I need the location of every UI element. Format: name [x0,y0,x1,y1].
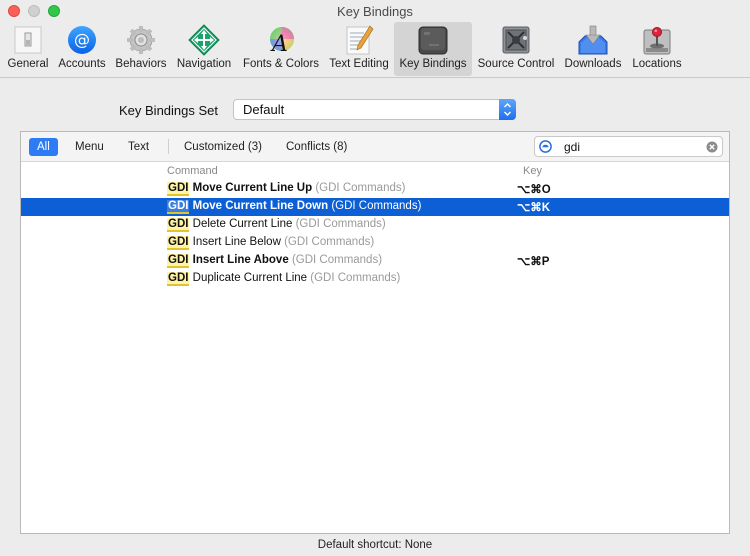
table-row[interactable]: GDI Move Current Line Down (GDI Commands… [21,198,729,216]
key-bindings-set-value: Default [243,102,285,117]
command-group: (GDI Commands) [315,182,406,194]
toolbar-label: Locations [632,58,682,70]
clear-search-icon[interactable] [706,141,718,153]
search-match-highlight: GDI [167,218,190,232]
toolbar-tab-downloads[interactable]: Downloads [561,22,625,76]
search-match-highlight: GDI [167,254,190,268]
toolbar-tab-key-bindings[interactable]: Key Bindings [394,22,472,76]
column-header-key[interactable]: Key [523,165,542,177]
search-field[interactable]: gdi [534,136,723,157]
toolbar-tab-fonts-colors[interactable]: A Fonts & Colors [239,22,323,76]
command-cell: GDI Delete Current Line (GDI Commands) [167,218,386,232]
command-name: Move Current Line Down [192,200,329,212]
toolbar-label: Fonts & Colors [242,58,320,70]
command-group: (GDI Commands) [284,236,375,248]
toolbar-label: Navigation [176,58,232,70]
filter-conflicts[interactable]: Conflicts (8) [278,138,355,156]
key-shortcut-cell[interactable]: ⌥⌘K [517,200,550,214]
window-title: Key Bindings [337,4,413,19]
command-cell: GDI Move Current Line Down (GDI Commands… [167,200,422,214]
hard-drive-joystick-icon [643,27,671,55]
preferences-window: Key Bindings General @ Accounts Behavior… [0,0,750,556]
toolbar-tab-general[interactable]: General [4,22,52,76]
navigation-arrows-icon [188,24,220,56]
svg-text:@: @ [74,30,90,49]
toolbar-tab-source-control[interactable]: Source Control [474,22,558,76]
table-row[interactable]: GDI Move Current Line Up (GDI Commands) ⌥… [21,180,729,198]
table-row[interactable]: GDI Delete Current Line (GDI Commands) [21,216,729,234]
key-shortcut-cell[interactable]: ⌥⌘O [517,182,551,196]
filter-text[interactable]: Text [120,138,157,156]
column-header-command[interactable]: Command [167,165,218,177]
table-row[interactable]: GDI Duplicate Current Line (GDI Commands… [21,270,729,288]
fonts-colors-icon: A [270,27,294,56]
toolbar-label: Accounts [58,58,106,70]
toolbar-label: General [7,58,49,70]
title-bar: Key Bindings [0,0,750,22]
command-group: (GDI Commands) [310,272,401,284]
popup-chevrons-icon [499,99,516,120]
table-row[interactable]: GDI Insert Line Above (GDI Commands) ⌥⌘P [21,252,729,270]
svg-text:A: A [270,32,288,56]
default-shortcut-status: Default shortcut: None [317,539,433,551]
search-scope-icon[interactable] [539,140,552,153]
command-name: Insert Line Above [192,254,289,266]
at-sign-icon: @ [68,26,96,54]
table-row[interactable]: GDI Insert Line Below (GDI Commands) [21,234,729,252]
toolbar-label: Behaviors [115,58,167,70]
command-name: Insert Line Below [192,236,281,248]
toolbar-tab-locations[interactable]: Locations [628,22,686,76]
toolbar-label: Text Editing [329,58,389,70]
search-match-highlight: GDI [167,236,190,250]
vault-icon [502,26,530,54]
filter-menu[interactable]: Menu [67,138,112,156]
command-group: (GDI Commands) [331,200,422,212]
filter-bar: All Menu Text Customized (3) Conflicts (… [21,132,729,162]
command-name: Delete Current Line [192,218,293,230]
toolbar-label: Source Control [477,58,555,70]
search-input[interactable]: gdi [564,140,580,154]
command-cell: GDI Insert Line Above (GDI Commands) [167,254,383,268]
search-match-highlight: GDI [167,200,190,214]
command-cell: GDI Move Current Line Up (GDI Commands) [167,182,406,196]
command-name: Duplicate Current Line [192,272,308,284]
text-editing-icon [346,25,374,55]
toolbar-tab-navigation[interactable]: Navigation [173,22,235,76]
key-bindings-set-label: Key Bindings Set [119,103,219,118]
keyboard-key-icon [418,26,448,55]
filter-customized[interactable]: Customized (3) [176,138,270,156]
command-cell: GDI Duplicate Current Line (GDI Commands… [167,272,401,286]
command-group: (GDI Commands) [295,218,386,230]
search-match-highlight: GDI [167,182,190,196]
toolbar-tab-behaviors[interactable]: Behaviors [113,22,169,76]
general-switch-icon [14,26,42,54]
command-group: (GDI Commands) [291,254,383,266]
preferences-toolbar: General @ Accounts Behaviors Navigation … [0,20,750,78]
download-tray-icon [578,25,608,55]
command-cell: GDI Insert Line Below (GDI Commands) [167,236,375,250]
search-match-highlight: GDI [167,272,190,286]
filter-separator [168,139,169,154]
command-name: Move Current Line Up [192,182,313,194]
toolbar-tab-text-editing[interactable]: Text Editing [325,22,393,76]
toolbar-label: Key Bindings [399,58,467,70]
key-shortcut-cell[interactable]: ⌥⌘P [517,254,549,268]
key-bindings-set-popup[interactable]: Default [233,99,516,120]
toolbar-tab-accounts[interactable]: @ Accounts [55,22,109,76]
key-bindings-panel: All Menu Text Customized (3) Conflicts (… [20,131,730,534]
gear-icon [127,26,155,54]
filter-all[interactable]: All [29,138,58,156]
toolbar-label: Downloads [564,58,622,70]
